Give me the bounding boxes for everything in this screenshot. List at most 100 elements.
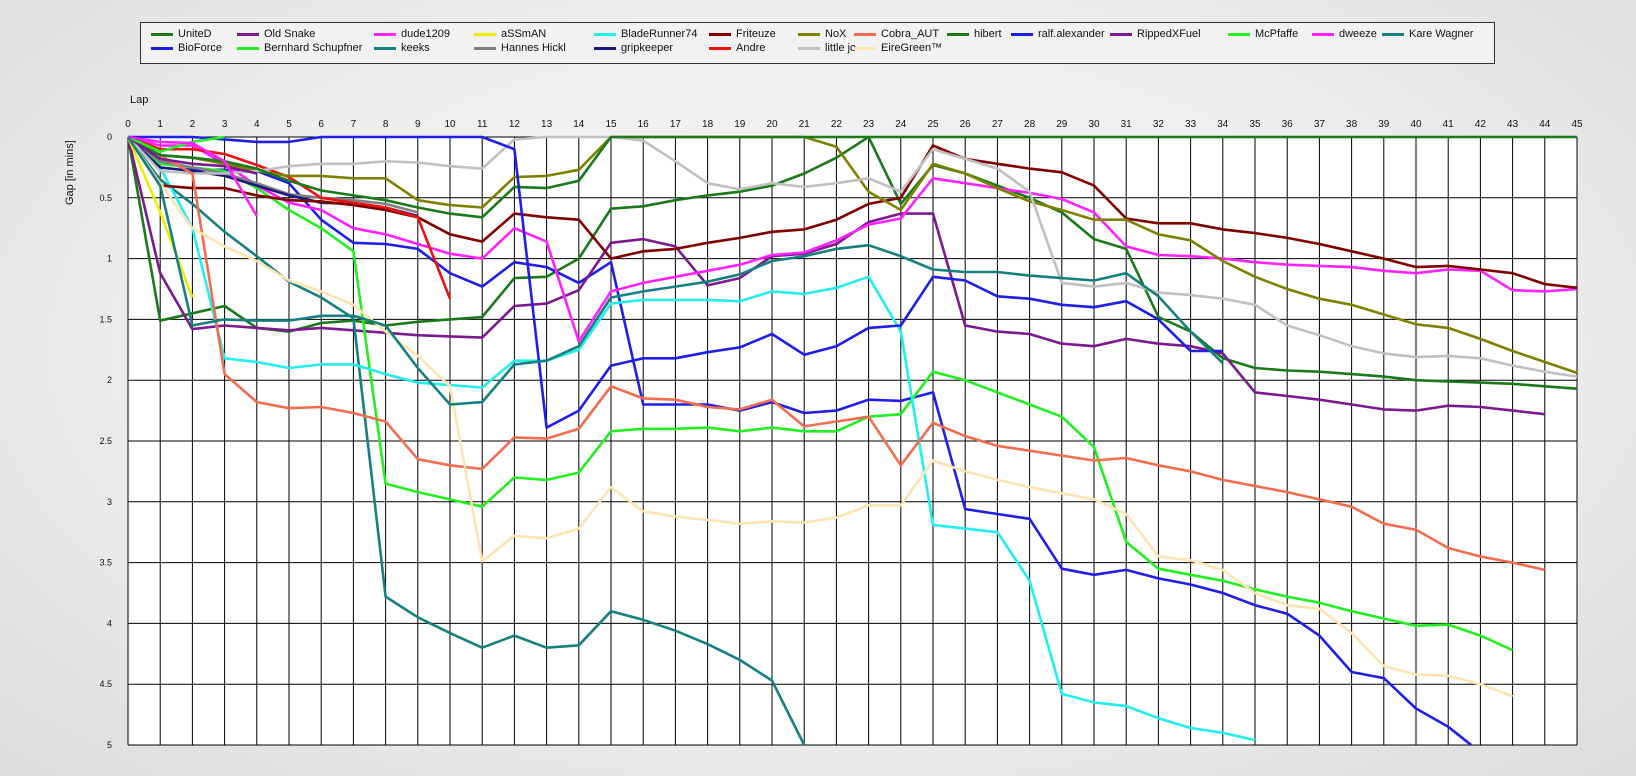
x-tick-label: 3 [222, 119, 228, 130]
legend-swatch [237, 47, 259, 50]
legend-swatch [1312, 33, 1334, 36]
legend-swatch [594, 33, 616, 36]
legend-label: dweeze [1339, 28, 1377, 40]
legend-swatch [709, 47, 731, 50]
x-tick-label: 34 [1217, 119, 1229, 130]
legend-label: RippedXFuel [1137, 28, 1201, 40]
x-tick-label: 39 [1378, 119, 1390, 130]
x-tick-label: 31 [1121, 119, 1133, 130]
x-tick-label: 35 [1249, 119, 1261, 130]
legend-swatch [237, 33, 259, 36]
legend-swatch [798, 33, 820, 36]
x-tick-label: 4 [254, 119, 260, 130]
legend-label: McPfaffe [1255, 28, 1299, 40]
y-tick-label: 2 [107, 375, 112, 385]
y-tick-label: 3 [107, 497, 112, 507]
x-tick-label: 10 [444, 119, 456, 130]
y-tick-label: 3.5 [99, 558, 112, 568]
legend-label: Old Snake [264, 28, 316, 40]
x-tick-label: 24 [895, 119, 907, 130]
legend-label: ralf.alexander [1038, 28, 1105, 40]
x-tick-label: 36 [1282, 119, 1294, 130]
legend-swatch [854, 47, 876, 50]
x-tick-label: 44 [1539, 119, 1551, 130]
legend-swatch [374, 47, 396, 50]
legend-label: dude1209 [401, 28, 450, 40]
legend-swatch [1382, 33, 1404, 36]
y-tick-label: 5 [107, 740, 112, 750]
y-tick-label: 1 [107, 254, 112, 264]
x-tick-label: 29 [1056, 119, 1068, 130]
legend-label: NoX [825, 28, 847, 40]
legend-label: BladeRunner74 [621, 28, 698, 40]
x-tick-label: 37 [1314, 119, 1326, 130]
x-tick-label: 26 [960, 119, 972, 130]
x-tick-label: 0 [125, 119, 131, 130]
legend-swatch [854, 33, 876, 36]
x-tick-label: 5 [286, 119, 292, 130]
x-tick-label: 19 [734, 119, 746, 130]
x-tick-label: 12 [509, 119, 521, 130]
x-tick-label: 25 [927, 119, 939, 130]
legend-label: EireGreen™ [881, 42, 943, 54]
y-tick-label: 2.5 [99, 436, 112, 446]
x-tick-label: 45 [1571, 119, 1583, 130]
legend-swatch [374, 33, 396, 36]
y-tick-labels: 0 0.5 1 1.5 2 2.5 3 3.5 4 4.5 5 [99, 132, 112, 750]
y-tick-label: 1.5 [99, 314, 112, 324]
legend-label: Kare Wagner [1409, 28, 1474, 40]
x-tick-label: 43 [1507, 119, 1519, 130]
gap-chart: 0 1 2 3 4 5 6 7 8 9 10 11 12 13 14 15 16 17 18 19 20 21 22 23 24… [64, 94, 1583, 750]
legend-label: gripkeeper [621, 42, 673, 54]
x-tick-label: 14 [573, 119, 585, 130]
y-tick-label: 4.5 [99, 679, 112, 689]
legend-swatch [594, 47, 616, 50]
x-tick-label: 38 [1346, 119, 1358, 130]
legend-label: BioForce [178, 42, 223, 54]
x-tick-label: 7 [351, 119, 357, 130]
x-tick-label: 6 [318, 119, 324, 130]
x-tick-label: 17 [670, 119, 682, 130]
x-tick-label: 42 [1475, 119, 1487, 130]
x-axis-label: Lap [130, 94, 148, 106]
legend-label: keeks [401, 42, 430, 54]
legend-swatch [151, 33, 173, 36]
x-tick-label: 11 [477, 119, 488, 130]
legend-label: Cobra_AUT [881, 28, 940, 40]
x-tick-label: 23 [863, 119, 875, 130]
x-tick-label: 21 [799, 119, 811, 130]
legend-swatch [151, 47, 173, 50]
legend-swatch [1228, 33, 1250, 36]
legend-swatch [1011, 33, 1033, 36]
x-tick-label: 13 [541, 119, 553, 130]
legend-label: aSSmAN [501, 28, 547, 40]
x-tick-label: 40 [1410, 119, 1422, 130]
legend-label: hibert [974, 28, 1002, 40]
x-tick-label: 2 [190, 119, 196, 130]
legend-label: UniteD [178, 28, 212, 40]
legend-swatch [1110, 33, 1132, 36]
x-tick-label: 16 [638, 119, 650, 130]
y-tick-label: 0.5 [99, 193, 112, 203]
x-tick-label: 22 [831, 119, 843, 130]
x-tick-label: 30 [1088, 119, 1100, 130]
x-tick-label: 20 [766, 119, 778, 130]
legend-swatch [474, 33, 496, 36]
legend-label: Hannes Hickl [501, 42, 566, 54]
legend-swatch [947, 33, 969, 36]
legend-label: little jo [825, 42, 857, 54]
legend: UniteD Old Snake dude1209 aSSmAN BladeRunner… [140, 22, 1495, 64]
y-tick-label: 0 [107, 132, 112, 142]
x-tick-label: 28 [1024, 119, 1036, 130]
legend-label: Andre [736, 42, 766, 54]
y-tick-label: 4 [107, 618, 112, 628]
x-tick-labels: 0 1 2 3 4 5 6 7 8 9 10 11 12 13 14 15 16 17 18 19 20 21 22 23 24… [125, 119, 1583, 130]
x-tick-label: 32 [1153, 119, 1165, 130]
x-tick-label: 18 [702, 119, 714, 130]
x-tick-label: 15 [605, 119, 617, 130]
x-tick-label: 33 [1185, 119, 1197, 130]
legend-swatch [474, 47, 496, 50]
legend-label: Friteuze [736, 28, 776, 40]
x-tick-label: 27 [992, 119, 1004, 130]
x-tick-label: 1 [157, 119, 163, 130]
